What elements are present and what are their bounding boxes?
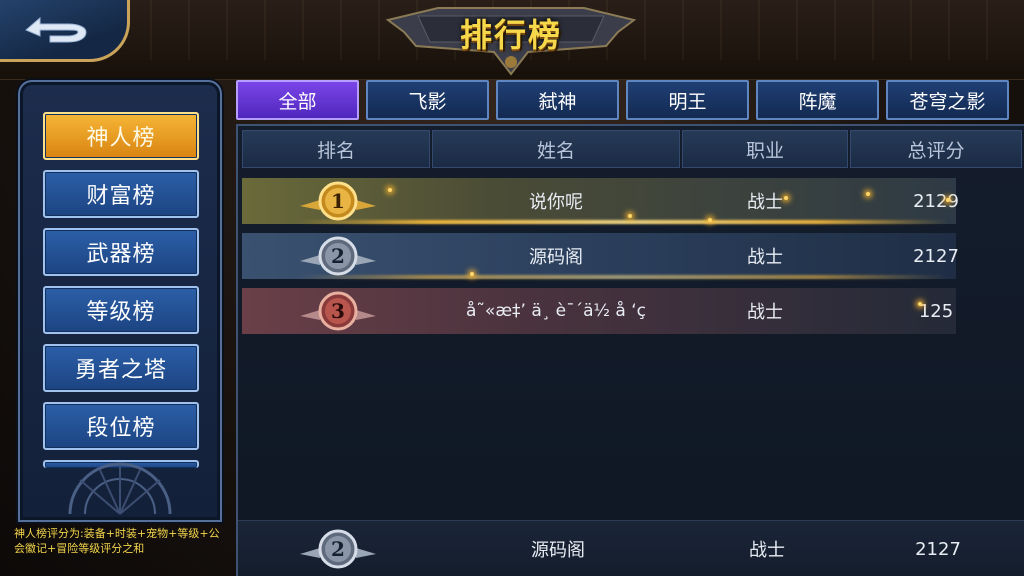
tab-mingwang[interactable]: 明王: [626, 80, 749, 120]
tab-cangqiong[interactable]: 苍穹之影: [886, 80, 1009, 120]
player-score: 2129: [913, 190, 959, 212]
player-name: å˜«æ‡’ ä¸ è¯´ä½ å ‘ç: [466, 301, 646, 321]
tab-label: 飞影: [408, 90, 447, 113]
tab-label: 弑神: [538, 90, 577, 113]
sidebar-item-label: 等级榜: [86, 300, 156, 325]
my-rank-row: 2 源码阁 战士 2127: [238, 520, 1024, 576]
player-score: 2127: [913, 245, 959, 267]
sidebar-item-weapon[interactable]: 武器榜: [43, 228, 199, 276]
rank-number: 1: [331, 189, 345, 213]
sidebar-item-tower[interactable]: 勇者之塔: [43, 344, 199, 392]
tab-feiying[interactable]: 飞影: [366, 80, 489, 120]
sparkle: [708, 218, 712, 222]
sidebar-item-label: 段位榜: [86, 416, 156, 441]
header-job: 职业: [682, 130, 848, 168]
tab-shishen[interactable]: 弑神: [496, 80, 619, 120]
title-banner: 排行榜: [378, 2, 644, 76]
glow-effect: [298, 220, 948, 224]
player-name: 说你呢: [529, 192, 583, 213]
rank-number: 2: [331, 537, 345, 561]
ranking-sidebar: 神人榜 财富榜 武器榜 等级榜 勇者之塔 段位榜: [18, 80, 222, 522]
tab-label: 苍穹之影: [909, 90, 986, 113]
player-job: 战士: [747, 192, 783, 213]
tab-label: 明王: [668, 90, 707, 113]
back-arrow-icon: [25, 16, 87, 43]
sparkle: [946, 198, 950, 202]
score-formula-note: 神人榜评分为:装备+时装+宠物+等级+公会徽记+冒险等级评分之和: [14, 527, 220, 555]
sparkle: [866, 192, 870, 196]
ranking-table: 排名 姓名 职业 总评分 1 说你呢 战士 2129 2 源码阁 战士 2127: [236, 124, 1024, 576]
sidebar-item-label: 勇者之塔: [74, 358, 167, 383]
sparkle: [470, 272, 474, 276]
silver-medal-icon: 2: [300, 236, 376, 276]
header-name: 姓名: [432, 130, 680, 168]
silver-medal-icon: 2: [300, 529, 376, 569]
sparkle: [388, 188, 392, 192]
page-title: 排行榜: [459, 16, 562, 54]
tab-all[interactable]: 全部: [236, 80, 359, 120]
fan-ornament-icon: [68, 462, 172, 515]
sparkle: [784, 196, 788, 200]
header-rank: 排名: [242, 130, 430, 168]
sidebar-item-wealth[interactable]: 财富榜: [43, 170, 199, 218]
player-score: 2127: [915, 538, 961, 560]
sidebar-item-rank-tier[interactable]: 段位榜: [43, 402, 199, 450]
back-button[interactable]: [0, 0, 130, 62]
table-row[interactable]: 2 源码阁 战士 2127: [242, 233, 959, 279]
tab-zhenmo[interactable]: 阵魔: [756, 80, 879, 120]
sidebar-item-label: 财富榜: [86, 184, 156, 209]
table-row[interactable]: 1 说你呢 战士 2129: [242, 178, 959, 224]
gold-medal-icon: 1: [300, 181, 376, 221]
rank-number: 3: [331, 299, 345, 323]
player-job: 战士: [749, 540, 785, 561]
player-score: 125: [918, 300, 954, 322]
tab-label: 阵魔: [798, 90, 837, 113]
player-name: 源码阁: [531, 540, 585, 561]
sparkle: [918, 302, 922, 306]
rank-number: 2: [331, 244, 345, 268]
header-score: 总评分: [850, 130, 1022, 168]
bronze-medal-icon: 3: [300, 291, 376, 331]
player-job: 战士: [747, 247, 783, 268]
sidebar-item-level[interactable]: 等级榜: [43, 286, 199, 334]
sidebar-item-label: 武器榜: [86, 242, 156, 267]
tab-label: 全部: [278, 90, 317, 113]
sidebar-item-label: 神人榜: [86, 126, 156, 151]
player-job: 战士: [747, 302, 783, 323]
sidebar-item-shenren[interactable]: 神人榜: [43, 112, 199, 160]
player-name: 源码阁: [529, 247, 583, 268]
glow-effect: [298, 275, 948, 279]
sparkle: [628, 214, 632, 218]
table-row[interactable]: 3 å˜«æ‡’ ä¸ è¯´ä½ å ‘ç 战士 125: [242, 288, 956, 334]
